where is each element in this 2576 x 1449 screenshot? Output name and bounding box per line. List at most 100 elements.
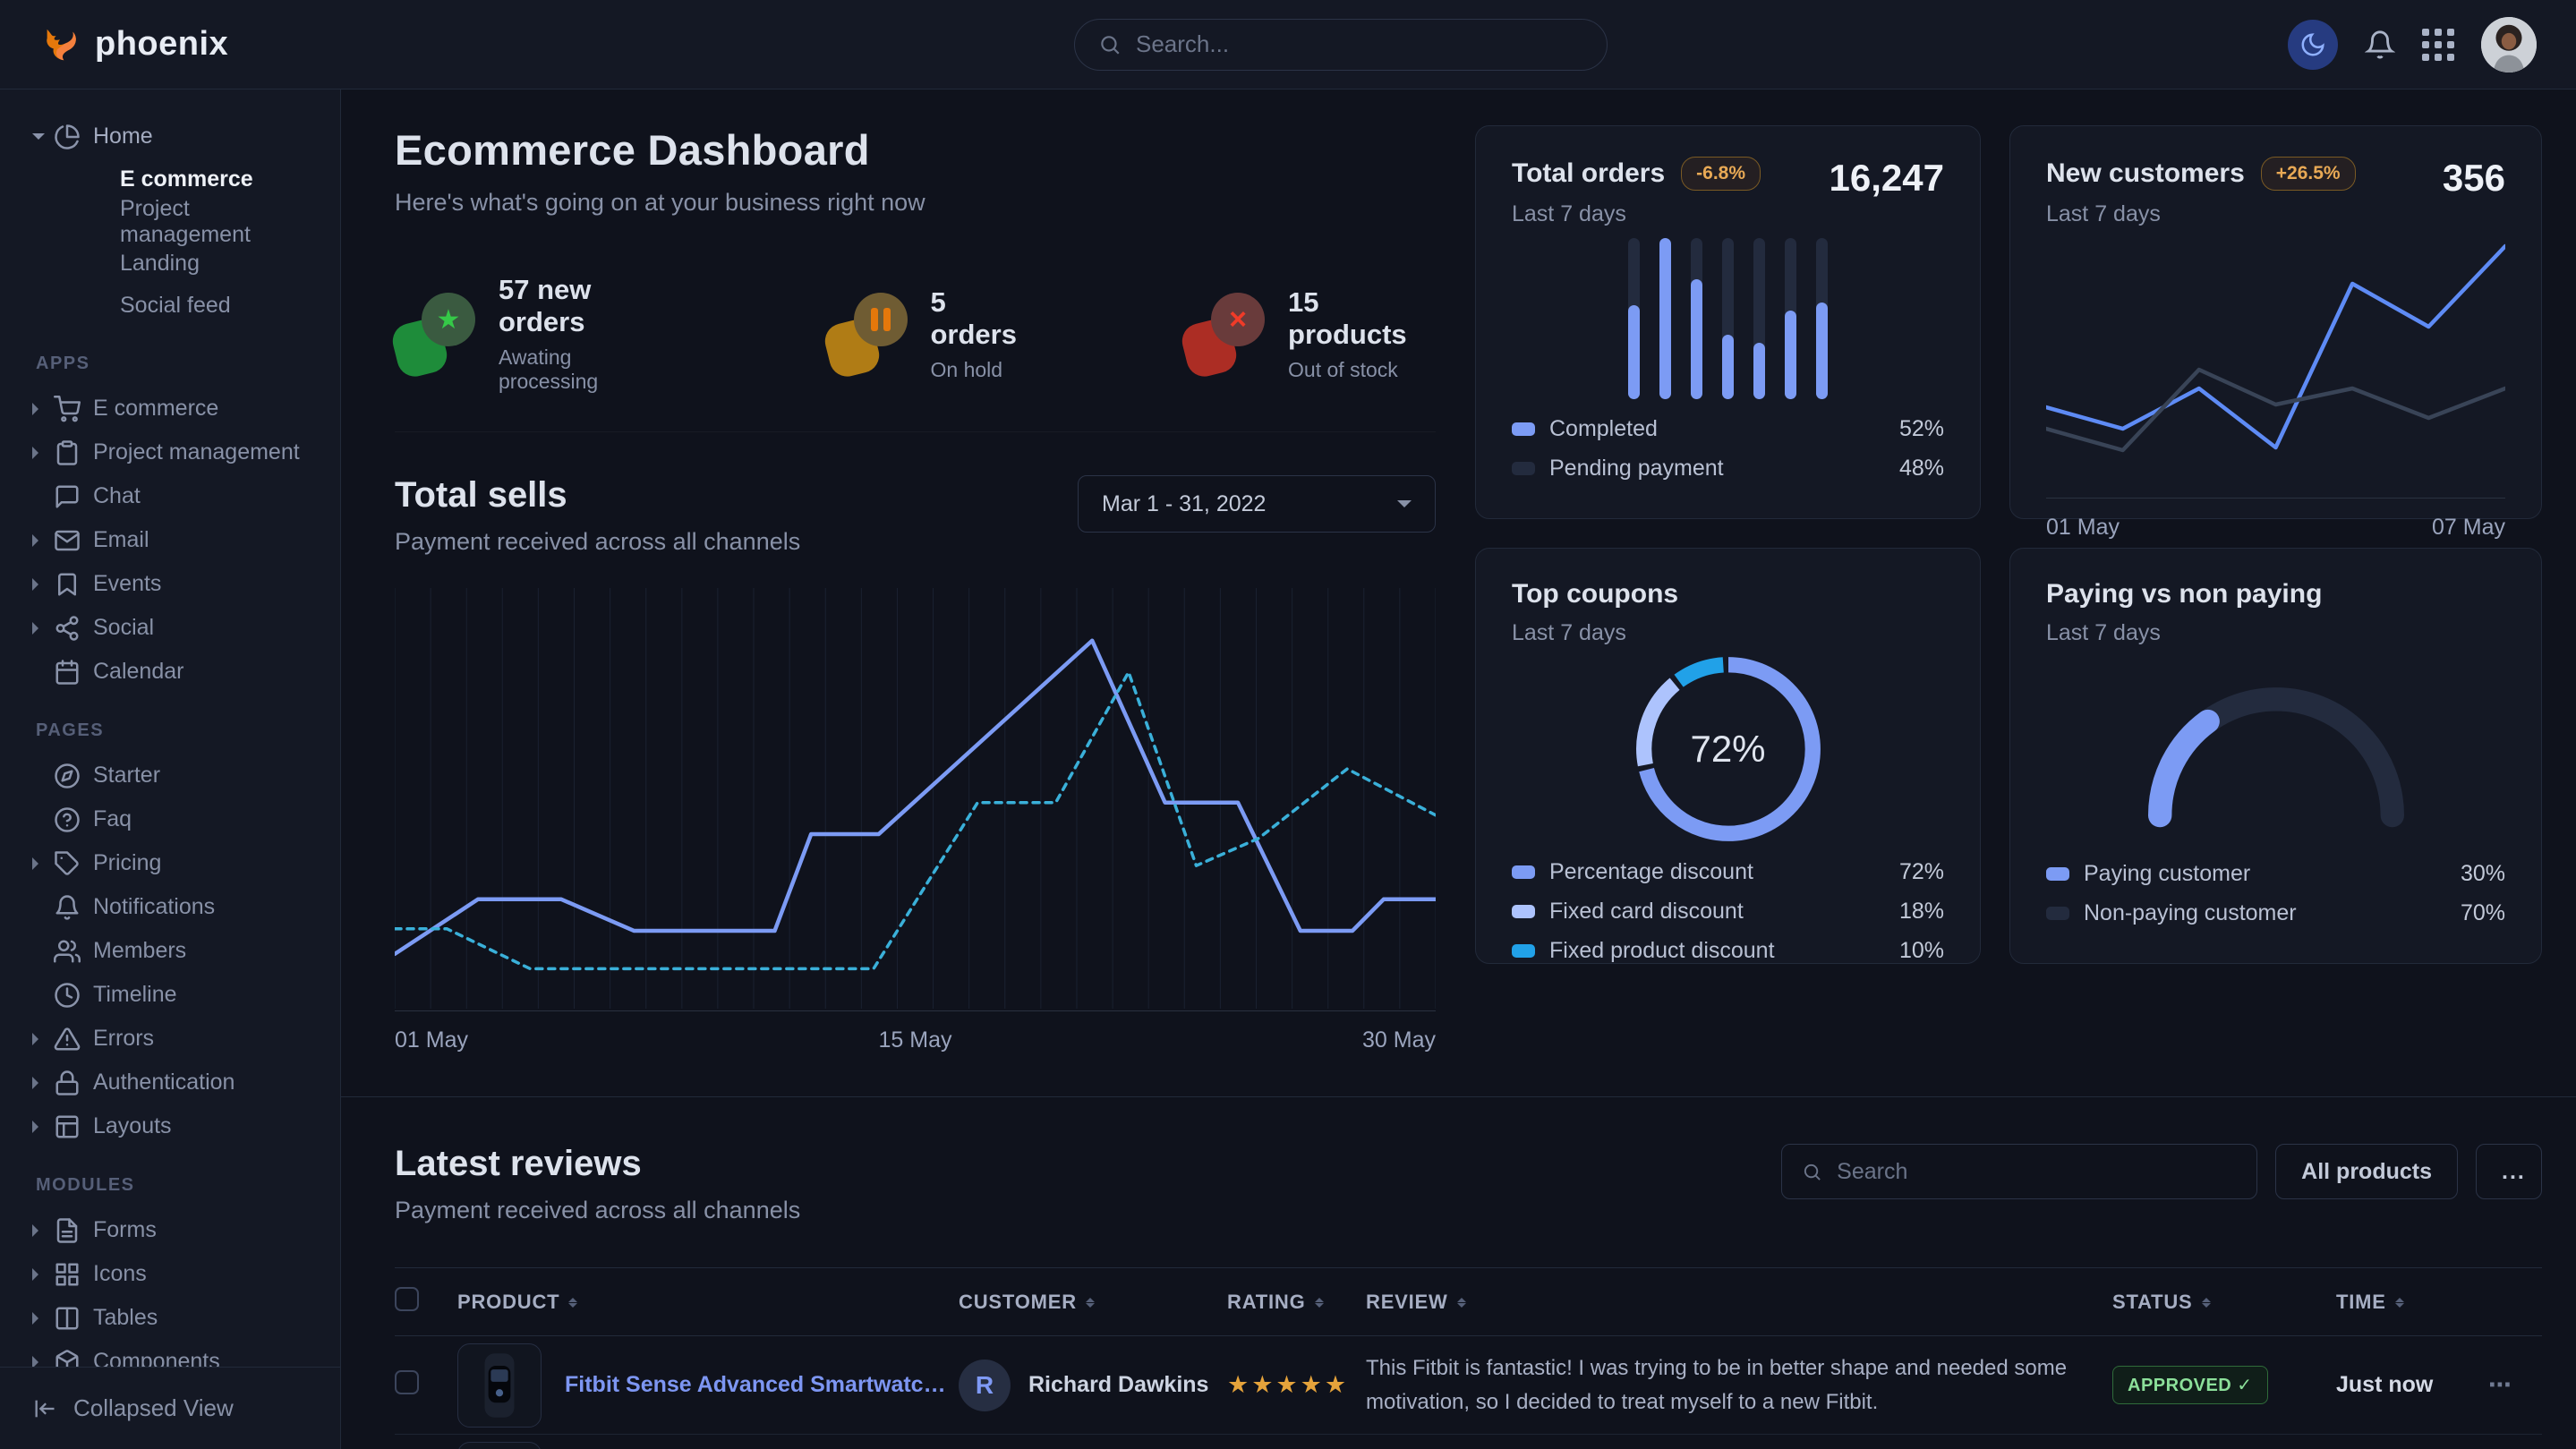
chevron-down-icon <box>32 133 45 146</box>
select-all-checkbox[interactable] <box>395 1287 419 1311</box>
spacer <box>32 901 45 914</box>
page-subtitle: Here's what's going on at your business … <box>395 189 1436 217</box>
sidebar-item-email[interactable]: Email <box>32 518 319 562</box>
line-series-previous <box>395 672 1436 968</box>
tag-icon <box>54 850 81 877</box>
order-bar-fill <box>1722 335 1734 399</box>
date-range-select[interactable]: Mar 1 - 31, 2022 <box>1078 475 1436 533</box>
sidebar-item-social[interactable]: Social <box>32 606 319 650</box>
sidebar-item-calendar[interactable]: Calendar <box>32 650 319 694</box>
sidebar-item-components[interactable]: Components <box>32 1340 319 1367</box>
column-header-review[interactable]: REVIEW <box>1366 1268 2112 1336</box>
legend-value: 52% <box>1899 416 1944 442</box>
column-header-rating[interactable]: RATING <box>1227 1268 1366 1336</box>
row-menu-button[interactable]: ⋯ <box>2488 1371 2513 1398</box>
x-tick-label: 15 May <box>879 1027 952 1053</box>
bell-icon <box>2365 30 2395 60</box>
sidebar-item-timeline[interactable]: Timeline <box>32 973 319 1017</box>
clock-icon <box>54 982 81 1009</box>
date-range-value: Mar 1 - 31, 2022 <box>1102 491 1266 517</box>
sort-icon[interactable] <box>1086 1293 1095 1312</box>
sidebar-item-layouts[interactable]: Layouts <box>32 1104 319 1148</box>
chevron-down-icon <box>1397 500 1412 515</box>
dashboard-cards: Total orders -6.8% Last 7 days 16,247 Co… <box>1475 125 2542 1053</box>
legend-label: Paying customer <box>2084 861 2250 887</box>
sidebar-item-label: Members <box>93 938 186 964</box>
order-bar-5 <box>1785 238 1796 399</box>
sidebar-item-chat[interactable]: Chat <box>32 474 319 518</box>
total-sells-title: Total sells <box>395 475 800 516</box>
global-search-input[interactable] <box>1136 30 1583 58</box>
paying-period: Last 7 days <box>2046 620 2322 646</box>
new-customers-badge: +26.5% <box>2261 157 2356 191</box>
column-header-time[interactable]: TIME <box>2336 1268 2488 1336</box>
customer-avatar[interactable]: R <box>959 1360 1011 1411</box>
sidebar-item-members[interactable]: Members <box>32 929 319 973</box>
stat-value: 57 new orders <box>499 274 675 338</box>
spacer <box>32 490 45 503</box>
paying-legend-item: Paying customer30% <box>2046 854 2505 893</box>
sidebar-item-home[interactable]: Home <box>32 115 319 158</box>
notifications-button[interactable] <box>2365 30 2395 60</box>
phoenix-flame-icon <box>39 24 81 65</box>
sidebar-item-icons[interactable]: Icons <box>32 1252 319 1296</box>
sort-icon[interactable] <box>568 1293 577 1312</box>
theme-toggle-button[interactable] <box>2288 20 2338 70</box>
share-icon <box>54 615 81 642</box>
sidebar-item-forms[interactable]: Forms <box>32 1208 319 1252</box>
reviews-search[interactable] <box>1781 1144 2257 1199</box>
search-icon <box>1802 1161 1822 1183</box>
sidebar-subitem-social-feed[interactable]: Social feed <box>32 285 319 327</box>
row-checkbox[interactable] <box>395 1370 419 1394</box>
sidebar-subitem-e-commerce[interactable]: E commerce <box>32 158 319 200</box>
sidebar-subitem-landing[interactable]: Landing <box>32 243 319 285</box>
brand-logo[interactable]: phoenix <box>39 24 228 65</box>
sort-icon[interactable] <box>1315 1293 1324 1312</box>
sort-icon[interactable] <box>1457 1293 1466 1312</box>
sidebar-item-notifications[interactable]: Notifications <box>32 885 319 929</box>
sidebar-item-label: Authentication <box>93 1070 235 1095</box>
sidebar-item-label: Components <box>93 1349 220 1367</box>
sort-icon[interactable] <box>2395 1293 2404 1312</box>
sort-icon[interactable] <box>2202 1293 2211 1312</box>
sidebar-item-faq[interactable]: Faq <box>32 797 319 841</box>
sidebar-item-tables[interactable]: Tables <box>32 1296 319 1340</box>
sidebar-item-events[interactable]: Events <box>32 562 319 606</box>
new-customers-title: New customers <box>2046 158 2245 189</box>
reviews-table: PRODUCTCUSTOMERRATINGREVIEWSTATUSTIME Fi… <box>395 1267 2542 1449</box>
column-header-product[interactable]: PRODUCT <box>457 1268 959 1336</box>
column-header-status[interactable]: STATUS <box>2112 1268 2336 1336</box>
sidebar-item-authentication[interactable]: Authentication <box>32 1061 319 1104</box>
sidebar-item-pricing[interactable]: Pricing <box>32 841 319 885</box>
sidebar-item-label: Timeline <box>93 982 177 1008</box>
apps-menu-button[interactable] <box>2422 29 2454 61</box>
line-series-current <box>2046 246 2505 447</box>
sidebar-item-project-management[interactable]: Project management <box>32 430 319 474</box>
column-header-customer[interactable]: CUSTOMER <box>959 1268 1227 1336</box>
total-orders-period: Last 7 days <box>1512 201 1761 227</box>
sidebar-item-label: Forms <box>93 1217 157 1243</box>
order-bar-fill <box>1785 311 1796 399</box>
global-search[interactable] <box>1074 19 1608 71</box>
legend-swatch <box>1512 462 1535 475</box>
reviews-search-input[interactable] <box>1837 1159 2237 1185</box>
navbar-actions <box>2288 17 2537 72</box>
product-thumbnail[interactable] <box>457 1343 542 1428</box>
user-avatar[interactable] <box>2481 17 2537 72</box>
sidebar-subitem-project-management[interactable]: Project management <box>32 200 319 243</box>
paying-legend-item: Non-paying customer70% <box>2046 893 2505 933</box>
all-products-button[interactable]: All products <box>2275 1144 2458 1199</box>
sidebar-item-starter[interactable]: Starter <box>32 754 319 797</box>
star-icon: ★ <box>422 293 475 346</box>
coupons-legend-item: Percentage discount72% <box>1512 852 1944 891</box>
legend-swatch <box>1512 422 1535 436</box>
sidebar-item-label: Chat <box>93 483 141 509</box>
collapse-view-button[interactable]: Collapsed View <box>0 1367 340 1449</box>
product-link[interactable]: Fitbit Sense Advanced Smartwatch with To… <box>565 1372 959 1398</box>
file-icon <box>54 1217 81 1244</box>
sidebar-item-e-commerce[interactable]: E commerce <box>32 387 319 430</box>
product-thumbnail[interactable] <box>457 1442 542 1449</box>
reviews-more-button[interactable]: ... <box>2476 1144 2542 1199</box>
new-customers-period: Last 7 days <box>2046 201 2356 227</box>
sidebar-item-errors[interactable]: Errors <box>32 1017 319 1061</box>
